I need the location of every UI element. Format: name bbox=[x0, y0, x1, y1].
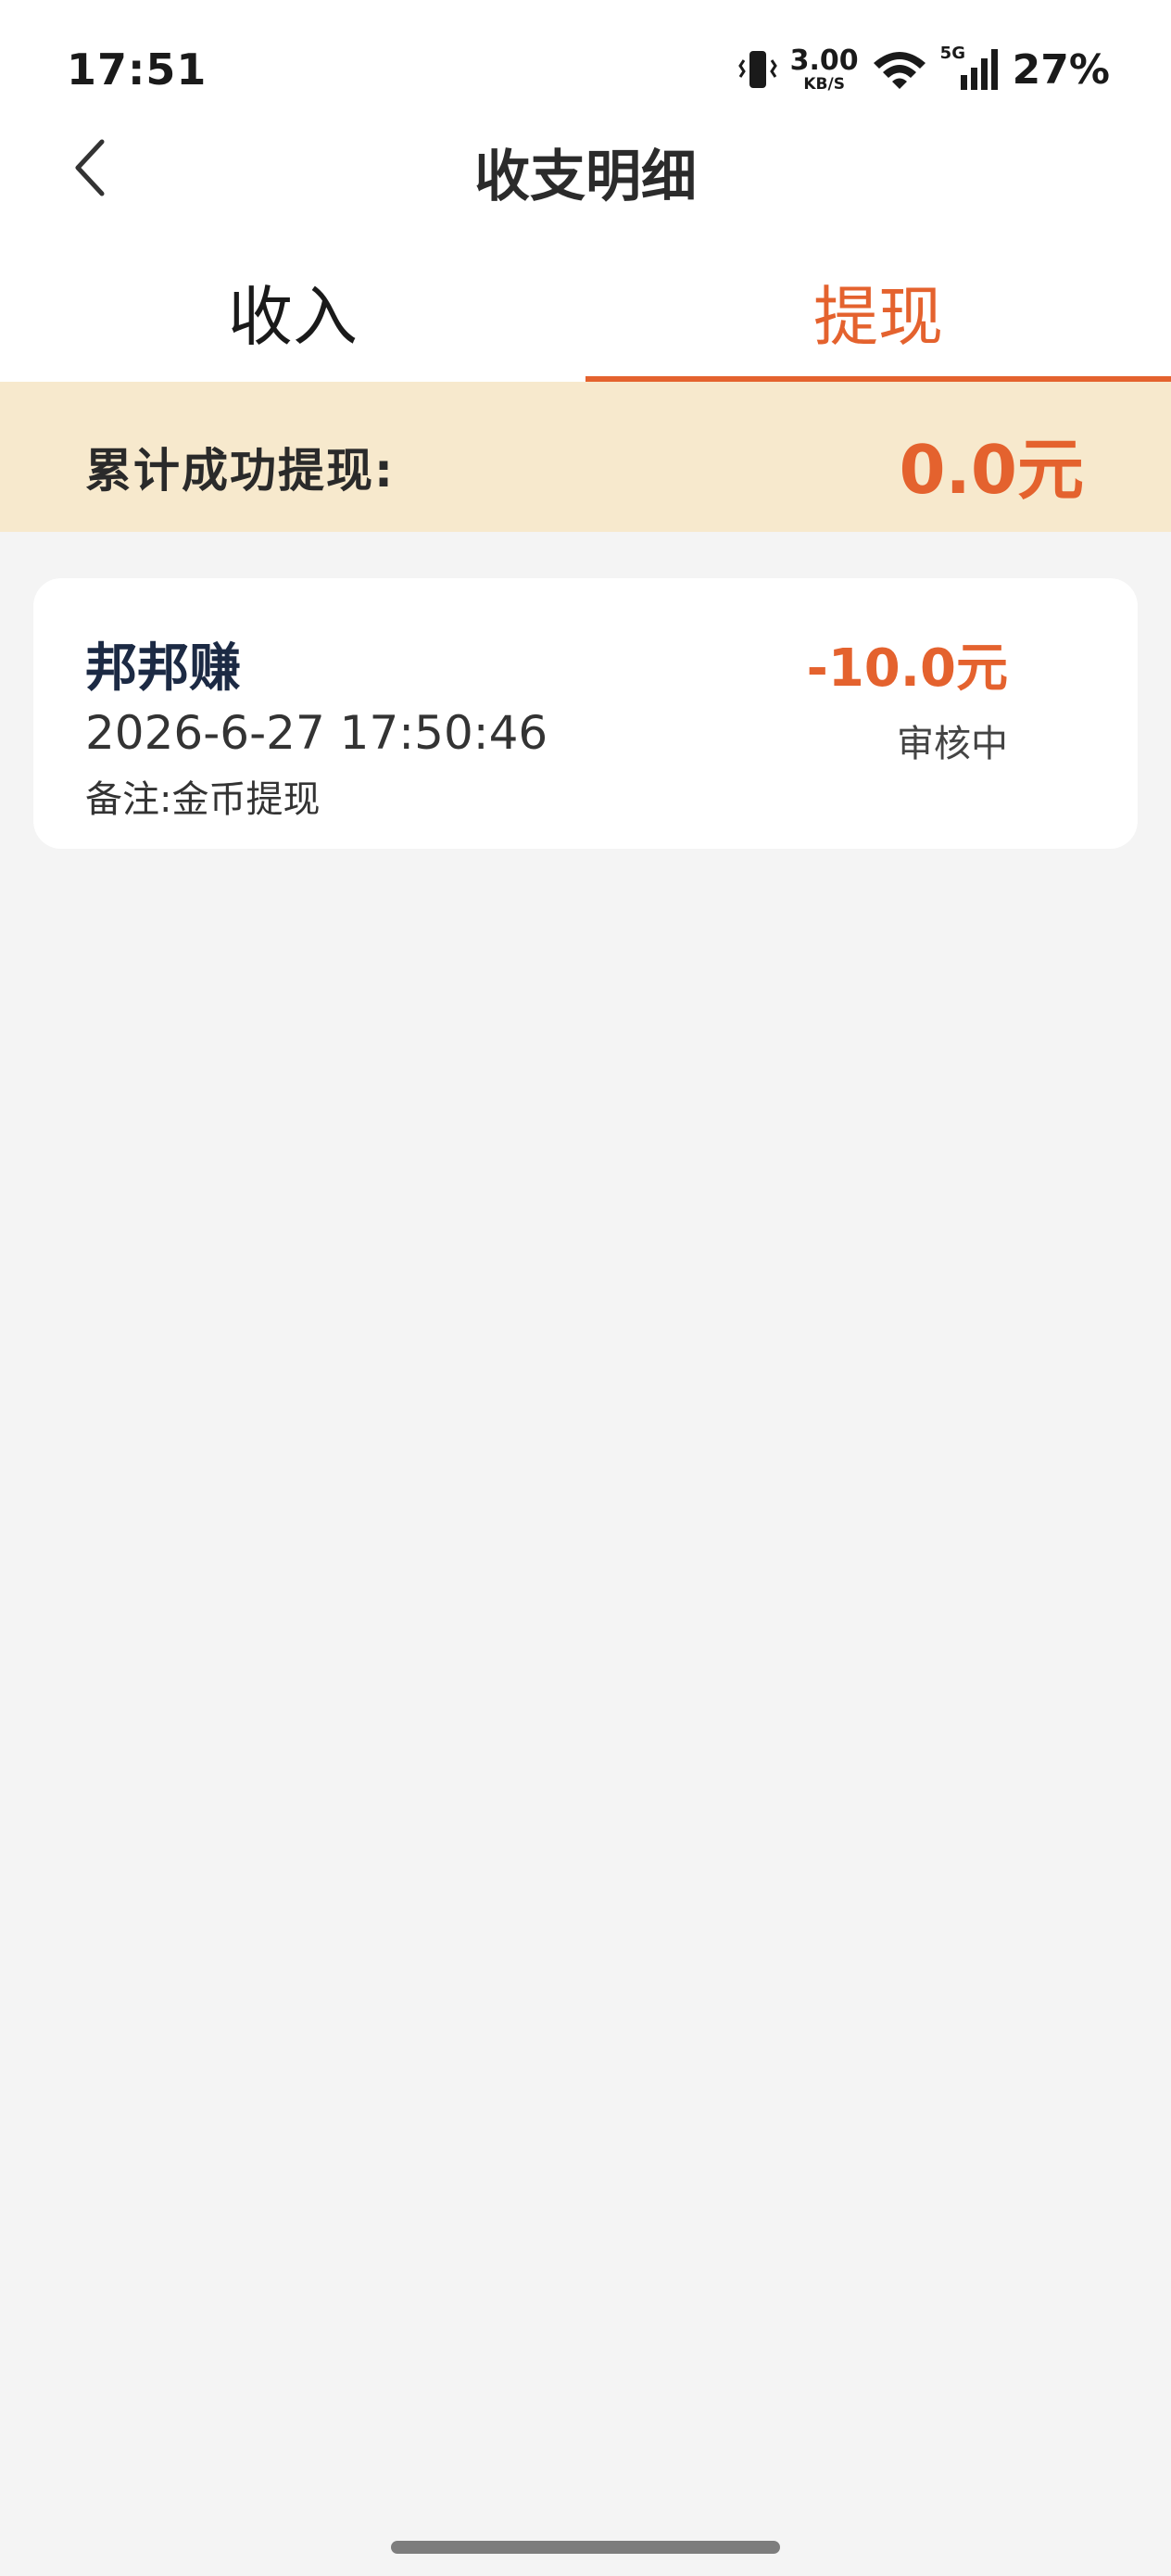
battery-percentage: 27% bbox=[1012, 45, 1110, 94]
status-icons: 3.00 KB/S 5G 27% bbox=[737, 43, 1110, 96]
summary-label: 累计成功提现: bbox=[85, 444, 395, 498]
home-indicator[interactable] bbox=[391, 2541, 780, 2554]
status-bar: 17:51 3.00 KB/S 5G 27% bbox=[0, 0, 1171, 139]
record-note-label: 备注: bbox=[85, 778, 172, 821]
tab-withdraw[interactable]: 提现 bbox=[586, 243, 1171, 382]
network-speed: 3.00 KB/S bbox=[789, 44, 859, 94]
withdraw-details-page: 17:51 3.00 KB/S 5G 27% 收支明细 收入 提现 累计成功提现… bbox=[0, 0, 1171, 2576]
tab-bar: 收入 提现 bbox=[0, 243, 1171, 384]
network-speed-unit: KB/S bbox=[803, 74, 845, 94]
wifi-icon bbox=[873, 52, 925, 89]
page-title: 收支明细 bbox=[474, 145, 697, 209]
vibrate-icon bbox=[737, 51, 777, 88]
record-status: 审核中 bbox=[897, 723, 1008, 765]
tab-income[interactable]: 收入 bbox=[0, 243, 586, 382]
record-name: 邦邦赚 bbox=[85, 638, 241, 699]
cellular-signal: 5G bbox=[940, 44, 1000, 92]
record-note: 备注: 金币提现 bbox=[85, 769, 320, 823]
record-note-value: 金币提现 bbox=[171, 778, 321, 821]
list-item[interactable]: 邦邦赚 2026-6-27 17:50:46 备注: 金币提现 -10.0元 审… bbox=[33, 578, 1138, 849]
status-time: 17:51 bbox=[67, 44, 208, 95]
withdraw-summary: 累计成功提现: 0.0元 bbox=[0, 382, 1171, 532]
record-time: 2026-6-27 17:50:46 bbox=[85, 706, 548, 760]
summary-amount: 0.0元 bbox=[899, 431, 1084, 509]
signal-bars-icon bbox=[960, 49, 998, 90]
network-speed-value: 3.00 bbox=[789, 44, 859, 77]
record-amount: -10.0元 bbox=[806, 638, 1008, 699]
navigation-bar: 收支明细 bbox=[0, 120, 1171, 213]
